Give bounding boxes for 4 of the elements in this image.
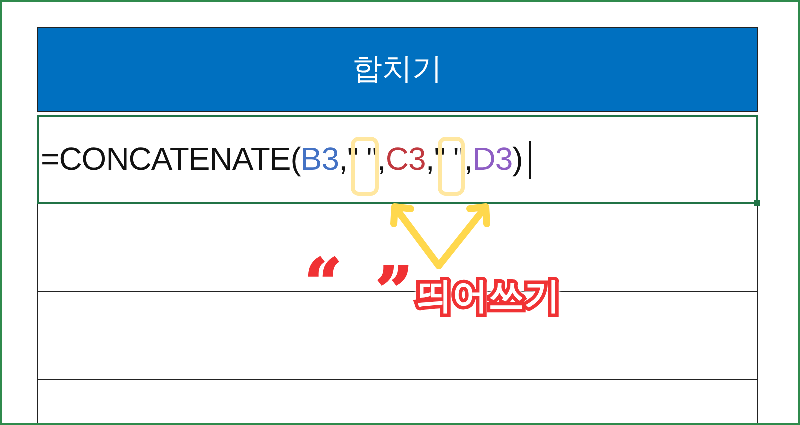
column-header: 합치기 — [352, 51, 442, 89]
fill-handle[interactable] — [754, 200, 760, 206]
close-quote-mark: ” — [376, 260, 413, 312]
open-quote-mark: “ — [305, 252, 342, 304]
